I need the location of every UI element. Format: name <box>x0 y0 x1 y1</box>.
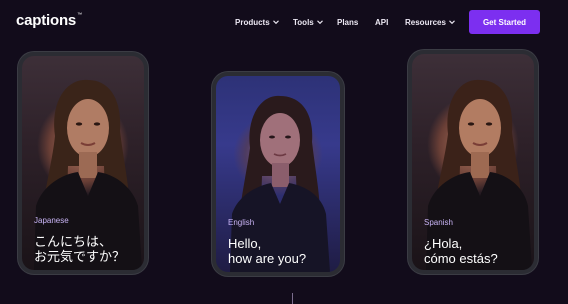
top-navigation: captions™ Products Tools Plans API Resou… <box>0 0 568 44</box>
nav-item-label: Plans <box>337 17 359 27</box>
nav-item-label: Tools <box>293 17 314 27</box>
nav-item-tools[interactable]: Tools <box>293 16 324 28</box>
video-preview: Spanish ¿Hola, cómo estás? <box>412 54 534 270</box>
nav-item-label: Resources <box>405 17 446 27</box>
get-started-button[interactable]: Get Started <box>469 10 540 34</box>
chevron-down-icon <box>272 18 280 26</box>
video-preview: Japanese こんにちは、 お元気ですか？ <box>22 56 144 270</box>
chevron-down-icon <box>448 18 456 26</box>
caption-line: cómo estás? <box>424 251 498 266</box>
caption-language-label: Japanese <box>34 216 69 225</box>
logo-text: captions <box>16 12 77 29</box>
chevron-down-icon <box>316 18 324 26</box>
caption-line: お元気ですか？ <box>34 249 126 264</box>
captions-logo[interactable]: captions™ <box>16 12 82 29</box>
caption-line: Hello, <box>228 236 262 251</box>
caption-line: こんにちは、 <box>34 234 113 249</box>
phone-mockup-japanese: Japanese こんにちは、 お元気ですか？ <box>18 52 148 274</box>
caption-text: こんにちは、 お元気ですか？ <box>34 234 125 264</box>
nav-item-resources[interactable]: Resources <box>405 16 456 28</box>
caption-text: Hello, how are you? <box>228 236 306 266</box>
logo-trademark: ™ <box>77 12 82 18</box>
caption-line: ¿Hola, <box>424 236 463 251</box>
nav-item-products[interactable]: Products <box>235 16 280 28</box>
scroll-indicator <box>292 293 293 304</box>
phone-mockup-spanish: Spanish ¿Hola, cómo estás? <box>408 50 538 274</box>
caption-language-label: Spanish <box>424 218 453 227</box>
caption-language-label: English <box>228 218 255 227</box>
caption-text: ¿Hola, cómo estás? <box>424 236 498 266</box>
caption-line: how are you? <box>228 251 307 266</box>
nav-item-label: Products <box>235 17 270 27</box>
nav-item-plans[interactable]: Plans <box>337 16 358 28</box>
nav-item-api[interactable]: API <box>375 16 388 28</box>
video-preview: English Hello, how are you? <box>216 76 340 272</box>
phone-mockup-english: English Hello, how are you? <box>212 72 344 276</box>
nav-item-label: API <box>375 17 389 27</box>
